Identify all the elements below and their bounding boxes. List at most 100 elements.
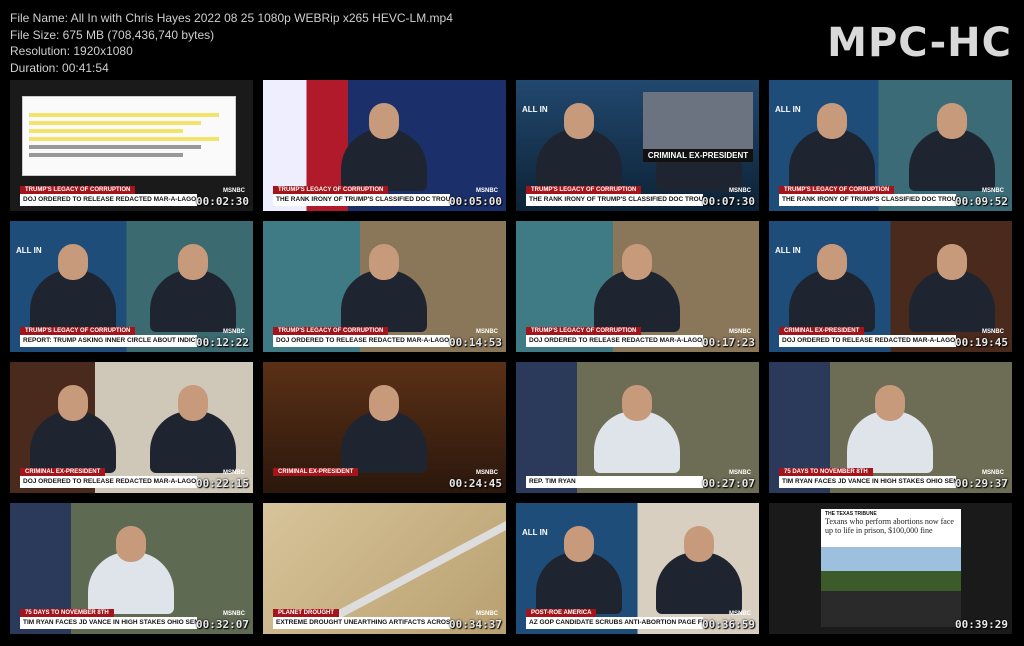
network-logo: MSNBC xyxy=(729,329,751,335)
video-thumbnail: 75 DAYS TO NOVEMBER 8TH TIM RYAN FACES JD… xyxy=(769,362,1012,493)
lower-third-caption: THE RANK IRONY OF TRUMP'S CLASSIFIED DOC… xyxy=(273,194,450,206)
video-thumbnail: PLANET DROUGHT EXTREME DROUGHT UNEARTHING… xyxy=(263,503,506,634)
video-thumbnail: TRUMP'S LEGACY OF CORRUPTION DOJ ORDERED … xyxy=(263,221,506,352)
tweet-text-line xyxy=(29,129,183,133)
lower-third-tag: TRUMP'S LEGACY OF CORRUPTION xyxy=(526,186,642,194)
timestamp: 00:19:45 xyxy=(955,336,1008,349)
lower-third-tag: POST-ROE AMERICA xyxy=(526,609,597,617)
timestamp: 00:36:59 xyxy=(702,618,755,631)
network-logo: MSNBC xyxy=(982,329,1004,335)
tweet-text-line xyxy=(29,121,201,125)
timestamp: 00:14:53 xyxy=(449,336,502,349)
video-thumbnail: REP. TIM RYAN MSNBC 00:27:07 xyxy=(516,362,759,493)
timestamp: 00:17:23 xyxy=(702,336,755,349)
network-logo: MSNBC xyxy=(982,470,1004,476)
timestamp: 00:07:30 xyxy=(702,195,755,208)
lower-third-caption: TIM RYAN FACES JD VANCE IN HIGH STAKES O… xyxy=(779,476,956,488)
network-logo: MSNBC xyxy=(729,470,751,476)
video-thumbnail: TRUMP'S LEGACY OF CORRUPTION THE RANK IRO… xyxy=(263,80,506,211)
timestamp: 00:02:30 xyxy=(196,195,249,208)
video-thumbnail: ALL IN TRUMP'S LEGACY OF CORRUPTION THE RA… xyxy=(769,80,1012,211)
tweet-text-line xyxy=(29,137,219,141)
lower-third-caption: DOJ ORDERED TO RELEASE REDACTED MAR-A-LA… xyxy=(779,335,956,347)
headline-text: Texans who perform abortions now face up… xyxy=(825,517,954,535)
timestamp: 00:29:37 xyxy=(955,477,1008,490)
network-logo: MSNBC xyxy=(223,611,245,617)
tweet-text-line xyxy=(29,113,219,117)
video-thumbnail: CRIMINAL EX-PRESIDENT ALL IN TRUMP'S LEGAC… xyxy=(516,80,759,211)
network-logo: MSNBC xyxy=(223,329,245,335)
mpc-hc-logo: MPC-HC xyxy=(827,20,1012,66)
person-head xyxy=(58,244,88,280)
lower-third-caption: REP. TIM RYAN xyxy=(526,476,703,488)
lower-third-caption: AZ GOP CANDIDATE SCRUBS ANTI-ABORTION PA… xyxy=(526,617,703,629)
all-in-bug: ALL IN xyxy=(522,528,548,537)
lower-third-tag: TRUMP'S LEGACY OF CORRUPTION xyxy=(20,186,136,194)
lower-third-caption: EXTREME DROUGHT UNEARTHING ARTIFACTS ACR… xyxy=(273,617,450,629)
tweet-card xyxy=(22,96,236,176)
lower-third-caption: DOJ ORDERED TO RELEASE REDACTED MAR-A-LA… xyxy=(20,476,197,488)
network-logo: MSNBC xyxy=(476,611,498,617)
file-info: File Name: All In with Chris Hayes 2022 … xyxy=(10,10,453,76)
lower-third-tag: CRIMINAL EX-PRESIDENT xyxy=(779,327,865,335)
video-thumbnail: CRIMINAL EX-PRESIDENT MSNBC 00:24:45 xyxy=(263,362,506,493)
video-thumbnail: TRUMP'S LEGACY OF CORRUPTION DOJ ORDERED … xyxy=(516,221,759,352)
timestamp: 00:05:00 xyxy=(449,195,502,208)
network-logo: MSNBC xyxy=(223,188,245,194)
person-head xyxy=(817,103,847,139)
file-name: File Name: All In with Chris Hayes 2022 … xyxy=(10,11,453,25)
lower-third-caption: TIM RYAN FACES JD VANCE IN HIGH STAKES O… xyxy=(20,617,197,629)
network-logo: MSNBC xyxy=(729,188,751,194)
person-head xyxy=(369,244,399,280)
person-head xyxy=(937,244,967,280)
network-logo: MSNBC xyxy=(223,470,245,476)
timestamp: 00:12:22 xyxy=(196,336,249,349)
criminal-ex-president-graphic: CRIMINAL EX-PRESIDENT xyxy=(643,92,753,162)
resolution: Resolution: 1920x1080 xyxy=(10,44,133,58)
person-head xyxy=(564,526,594,562)
timestamp: 00:09:52 xyxy=(955,195,1008,208)
video-thumbnail: ALL IN CRIMINAL EX-PRESIDENT DOJ ORDERED T… xyxy=(769,221,1012,352)
person-head xyxy=(369,385,399,421)
video-thumbnail: ALL IN POST-ROE AMERICA AZ GOP CANDIDATE S… xyxy=(516,503,759,634)
all-in-bug: ALL IN xyxy=(775,246,801,255)
all-in-bug: ALL IN xyxy=(775,105,801,114)
person-head xyxy=(875,385,905,421)
lower-third-caption: THE RANK IRONY OF TRUMP'S CLASSIFIED DOC… xyxy=(526,194,703,206)
person-head xyxy=(622,244,652,280)
protest-photo xyxy=(821,547,961,627)
video-thumbnail: THE TEXAS TRIBUNE Texans who perform abor… xyxy=(769,503,1012,634)
person-head xyxy=(116,526,146,562)
person-head xyxy=(369,103,399,139)
person-head xyxy=(684,526,714,562)
lower-third-tag: TRUMP'S LEGACY OF CORRUPTION xyxy=(273,327,389,335)
duration: Duration: 00:41:54 xyxy=(10,60,109,75)
lower-third-caption: REPORT: TRUMP ASKING INNER CIRCLE ABOUT … xyxy=(20,335,197,347)
all-in-bug: ALL IN xyxy=(16,246,42,255)
tweet-text-line xyxy=(29,145,201,149)
video-thumbnail: TRUMP'S LEGACY OF CORRUPTION DOJ ORDERED … xyxy=(10,80,253,211)
lower-third-tag: TRUMP'S LEGACY OF CORRUPTION xyxy=(20,327,136,335)
timestamp: 00:22:15 xyxy=(196,477,249,490)
network-logo: MSNBC xyxy=(476,470,498,476)
timestamp: 00:24:45 xyxy=(449,477,502,490)
video-thumbnail: ALL IN TRUMP'S LEGACY OF CORRUPTION REPORT… xyxy=(10,221,253,352)
timestamp: 00:34:37 xyxy=(449,618,502,631)
lower-third-tag: CRIMINAL EX-PRESIDENT xyxy=(273,468,359,476)
video-thumbnail: 75 DAYS TO NOVEMBER 8TH TIM RYAN FACES JD… xyxy=(10,503,253,634)
lower-third-caption: DOJ ORDERED TO RELEASE REDACTED MAR-A-LA… xyxy=(273,335,450,347)
lower-third-tag: TRUMP'S LEGACY OF CORRUPTION xyxy=(526,327,642,335)
person-head xyxy=(58,385,88,421)
lower-third-caption: DOJ ORDERED TO RELEASE REDACTED MAR-A-LA… xyxy=(526,335,703,347)
all-in-bug: ALL IN xyxy=(522,105,548,114)
timestamp: 00:32:07 xyxy=(196,618,249,631)
video-thumbnail: CRIMINAL EX-PRESIDENT DOJ ORDERED TO RELE… xyxy=(10,362,253,493)
timestamp: 00:27:07 xyxy=(702,477,755,490)
network-logo: MSNBC xyxy=(982,188,1004,194)
lower-third-tag: 75 DAYS TO NOVEMBER 8TH xyxy=(779,468,873,476)
lower-third-tag: TRUMP'S LEGACY OF CORRUPTION xyxy=(273,186,389,194)
file-size: File Size: 675 MB (708,436,740 bytes) xyxy=(10,27,215,42)
lower-third-tag: TRUMP'S LEGACY OF CORRUPTION xyxy=(779,186,895,194)
timestamp: 00:39:29 xyxy=(955,618,1008,631)
lower-third-caption: THE RANK IRONY OF TRUMP'S CLASSIFIED DOC… xyxy=(779,194,956,206)
